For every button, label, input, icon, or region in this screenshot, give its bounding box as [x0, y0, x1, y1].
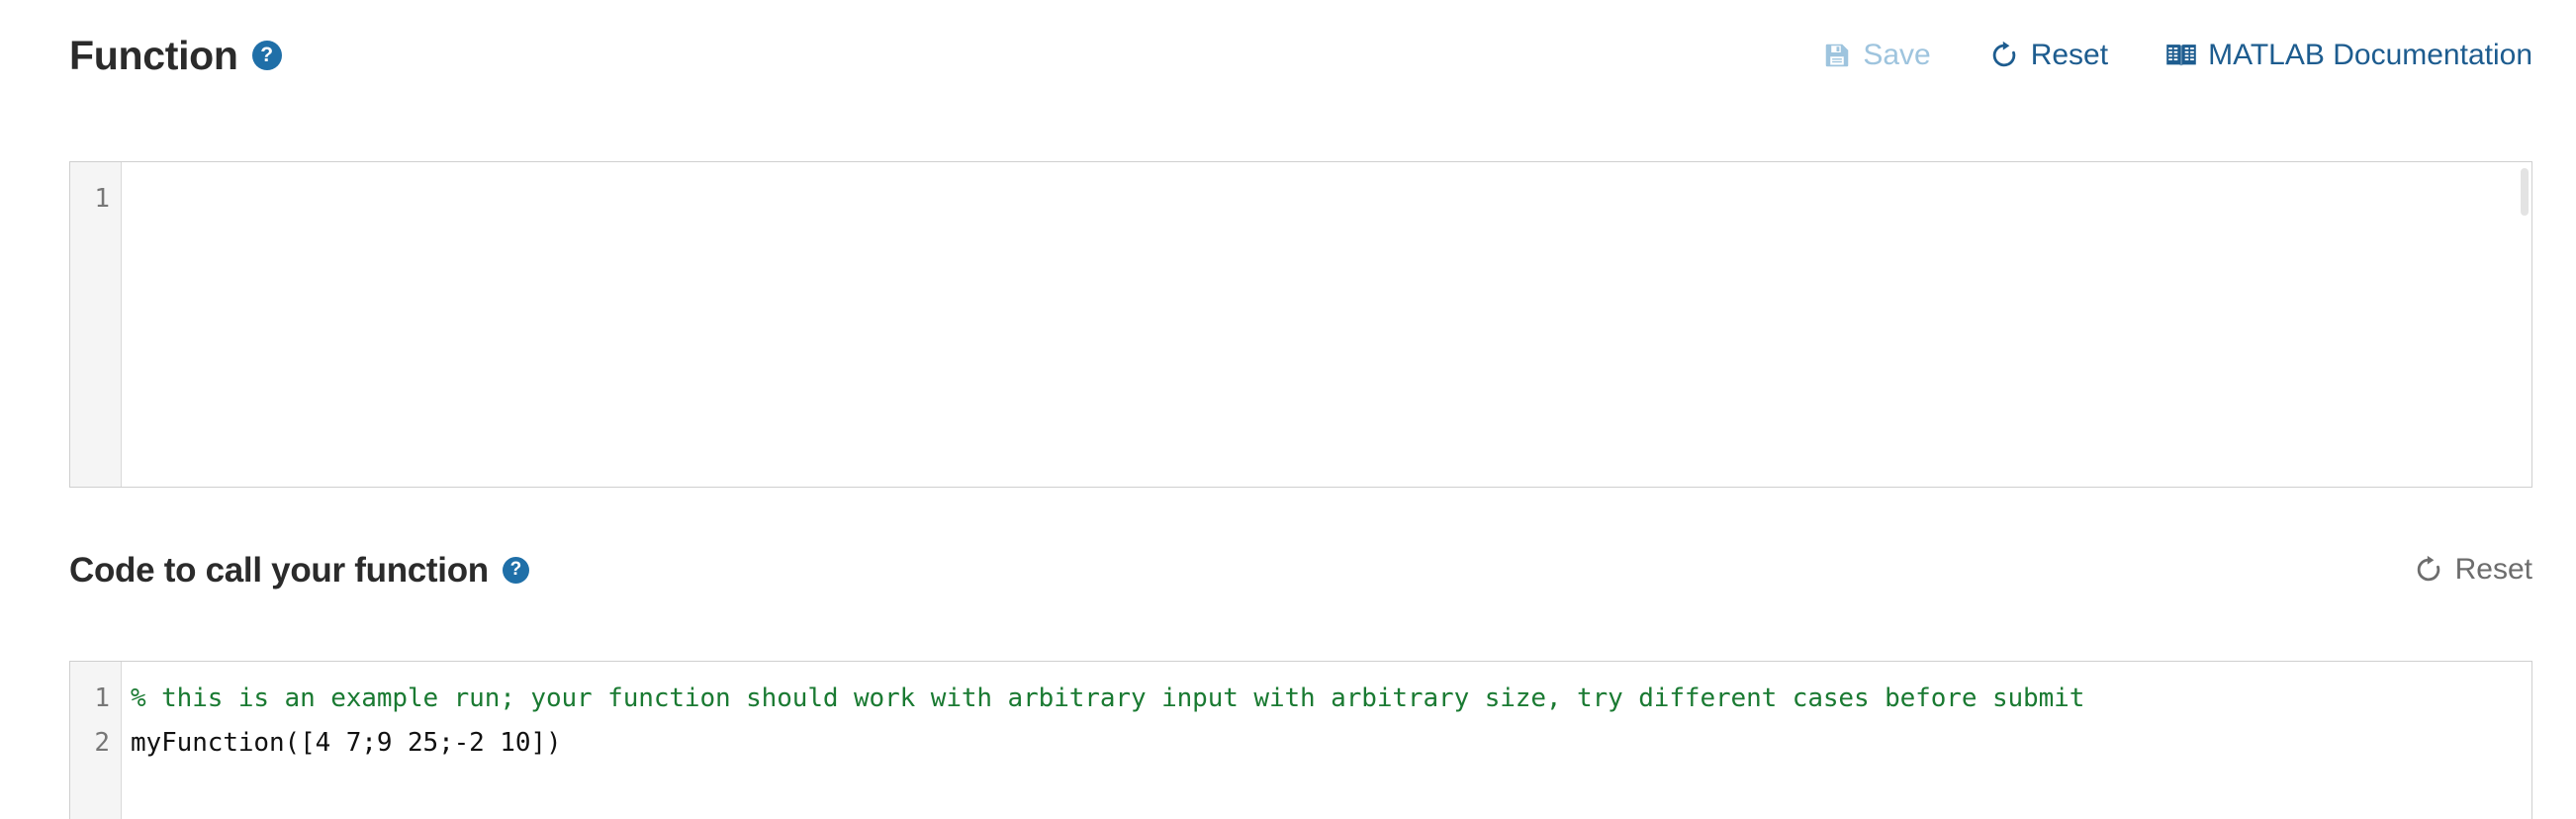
call-editor-gutter: 1 2: [70, 662, 122, 819]
function-toolbar: Save Reset MATLAB Documentation: [1822, 40, 2532, 71]
save-button[interactable]: Save: [1822, 39, 1931, 71]
help-circle-icon[interactable]: ?: [502, 556, 529, 584]
reset-function-label: Reset: [2030, 39, 2109, 71]
matlab-grader-function-panel: Function ? Save Reset MATLAB Documentati…: [0, 0, 2576, 819]
refresh-reset-icon: [2413, 554, 2444, 586]
call-function-code-editor[interactable]: 1 2 % this is an example run; your funct…: [69, 661, 2532, 819]
call-title-group: Code to call your function ?: [69, 553, 529, 588]
call-toolbar: Reset: [2413, 554, 2532, 586]
code-line-comment: % this is an example run; your function …: [131, 683, 2085, 713]
code-line: myFunction([4 7;9 25;-2 10]): [131, 728, 562, 758]
editor-scrollbar-thumb[interactable]: [2521, 168, 2529, 216]
line-number: 1: [94, 683, 110, 713]
call-section-title: Code to call your function: [69, 550, 489, 590]
page-title: Function: [69, 32, 238, 78]
function-code-editor[interactable]: 1: [69, 161, 2532, 488]
save-button-label: Save: [1863, 39, 1931, 71]
call-editor-code-area[interactable]: % this is an example run; your function …: [122, 662, 2531, 819]
reset-call-code-label: Reset: [2454, 553, 2532, 586]
matlab-documentation-link[interactable]: MATLAB Documentation: [2165, 41, 2532, 70]
call-function-section-header: Code to call your function ? Reset: [69, 544, 2532, 595]
help-circle-icon[interactable]: ?: [251, 41, 282, 70]
function-section-header: Function ? Save Reset MATLAB Documentati…: [69, 28, 2532, 83]
matlab-documentation-label: MATLAB Documentation: [2208, 39, 2532, 71]
reset-call-code-button[interactable]: Reset: [2413, 554, 2532, 586]
function-editor-gutter: 1: [70, 162, 122, 487]
line-number: 1: [94, 184, 110, 214]
function-title-group: Function ?: [69, 32, 282, 78]
floppy-disk-save-icon: [1822, 41, 1852, 70]
function-editor-code-area[interactable]: [122, 162, 2531, 487]
refresh-reset-icon: [1988, 40, 2020, 71]
reset-function-button[interactable]: Reset: [1988, 40, 2108, 71]
open-book-icon: [2165, 41, 2197, 70]
line-number: 2: [94, 728, 110, 758]
